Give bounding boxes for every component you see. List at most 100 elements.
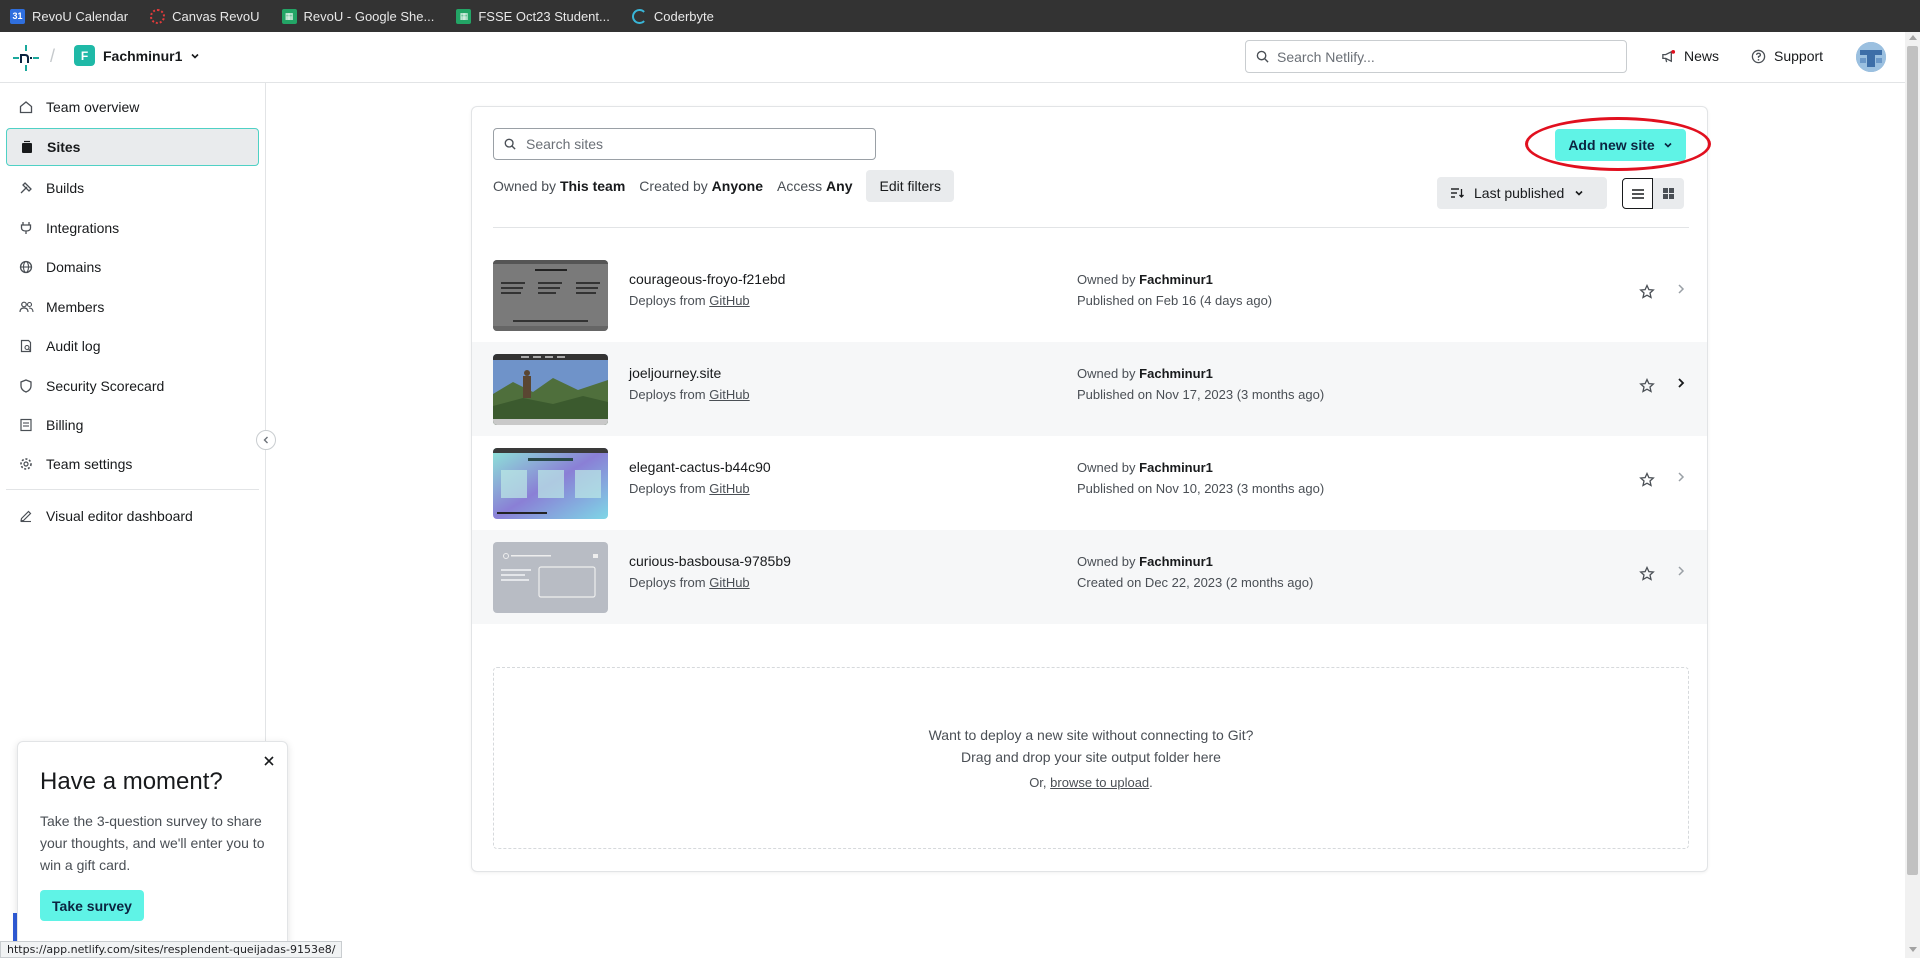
sidebar-item-team-settings[interactable]: Team settings [6,445,259,483]
chevron-down-icon [191,53,199,59]
site-thumbnail [493,354,608,425]
dropzone-heading: Want to deploy a new site without connec… [928,727,1254,743]
grid-view-button[interactable] [1653,178,1684,209]
chevron-right-icon[interactable] [1676,470,1686,486]
scroll-down-arrow-icon[interactable] [1909,947,1917,952]
filter-owned-by[interactable]: Owned by This team [493,178,625,194]
site-name[interactable]: curious-basbousa-9785b9 [629,553,791,569]
site-owner: Owned by Fachminur1 [1077,460,1213,475]
bookmark-label: RevoU Calendar [32,8,129,24]
sidebar-item-security-scorecard[interactable]: Security Scorecard [6,367,259,405]
star-icon[interactable] [1639,471,1657,490]
chevron-right-icon[interactable] [1676,564,1686,580]
collapse-sidebar-button[interactable] [256,430,276,450]
sort-icon [1451,188,1464,198]
site-name[interactable]: joeljourney.site [629,365,721,381]
team-switcher[interactable]: F Fachminur1 [74,45,200,66]
bookmark-fsse-sheet[interactable]: ▦ FSSE Oct23 Student... [456,8,610,24]
site-thumbnail [493,260,608,331]
link-status-bar: https://app.netlify.com/sites/resplenden… [0,941,343,958]
github-link[interactable]: GitHub [709,387,749,402]
bookmark-coderbyte[interactable]: Coderbyte [631,8,714,24]
search-sites-input[interactable]: Search sites [493,128,876,160]
help-circle-icon [1751,49,1766,63]
edit-filters-button[interactable]: Edit filters [866,170,954,202]
coderbyte-icon [631,8,647,24]
toolbar-divider [493,227,1689,228]
site-name[interactable]: elegant-cactus-b44c90 [629,459,771,475]
chevron-right-icon[interactable] [1676,376,1686,392]
site-status: Created on Dec 22, 2023 (2 months ago) [1077,575,1314,590]
github-link[interactable]: GitHub [709,481,749,496]
filter-bar: Owned by This team Created by Anyone Acc… [493,170,954,202]
site-row[interactable]: courageous-froyo-f21ebd Deploys from Git… [472,248,1707,342]
site-owner: Owned by Fachminur1 [1077,366,1213,381]
site-row[interactable]: joeljourney.site Deploys from GitHub Own… [472,342,1707,436]
drag-drop-deploy-zone[interactable]: Want to deploy a new site without connec… [493,667,1689,849]
close-icon[interactable] [263,754,275,772]
support-button[interactable]: Support [1751,48,1823,64]
megaphone-icon [1662,49,1676,62]
bookmark-canvas-revou[interactable]: Canvas RevoU [150,8,260,24]
gear-icon [18,456,34,472]
sidebar-item-label: Members [46,299,105,315]
filter-access[interactable]: Access Any [777,178,852,194]
site-row[interactable]: curious-basbousa-9785b9 Deploys from Git… [472,530,1707,624]
netlify-logo-icon[interactable] [12,44,40,72]
sidebar-item-audit-log[interactable]: Audit log [6,327,259,365]
audit-log-icon [18,338,34,354]
site-status: Published on Feb 16 (4 days ago) [1077,293,1273,308]
chevron-right-icon[interactable] [1676,282,1686,298]
sidebar-item-team-overview[interactable]: Team overview [6,88,259,126]
sidebar-item-builds[interactable]: Builds [6,169,259,207]
site-thumbnail [493,542,608,613]
site-row[interactable]: elegant-cactus-b44c90 Deploys from GitHu… [472,436,1707,530]
github-link[interactable]: GitHub [709,575,749,590]
sidebar-item-domains[interactable]: Domains [6,248,259,286]
breadcrumb-separator: / [50,46,56,66]
site-thumbnail [493,448,608,519]
star-icon[interactable] [1639,565,1657,584]
sheets-icon: ▦ [456,8,472,24]
page-scrollbar[interactable] [1905,32,1920,958]
bookmark-label: Coderbyte [653,8,714,24]
globe-icon [18,259,34,275]
scrollbar-thumb[interactable] [1907,46,1918,875]
site-owner: Owned by Fachminur1 [1077,272,1213,287]
sidebar-item-billing[interactable]: Billing [6,406,259,444]
members-icon [18,299,34,315]
home-icon [18,99,34,115]
add-new-site-button[interactable]: Add new site [1555,129,1686,161]
sidebar-item-label: Team settings [46,456,133,472]
sidebar-item-integrations[interactable]: Integrations [6,209,259,247]
star-icon[interactable] [1639,283,1657,302]
bookmark-revou-sheet[interactable]: ▦ RevoU - Google She... [281,8,434,24]
list-view-button[interactable] [1622,178,1653,209]
filter-created-by[interactable]: Created by Anyone [639,178,763,194]
bookmark-revou-calendar[interactable]: 31 RevoU Calendar [10,8,129,24]
news-button[interactable]: News [1661,48,1719,64]
browse-to-upload-link[interactable]: browse to upload [1050,775,1149,790]
github-link[interactable]: GitHub [709,293,749,308]
sidebar-item-label: Security Scorecard [46,378,165,394]
take-survey-button[interactable]: Take survey [40,890,144,921]
billing-icon [18,417,34,433]
sidebar-item-sites[interactable]: Sites [6,128,259,166]
chevron-down-icon [1575,190,1583,196]
sidebar-item-visual-editor-dashboard[interactable]: Visual editor dashboard [6,497,259,535]
scroll-up-arrow-icon[interactable] [1909,35,1917,40]
sort-select[interactable]: Last published [1437,177,1607,209]
site-status: Published on Nov 10, 2023 (3 months ago) [1077,481,1325,496]
view-toggle [1622,178,1684,209]
site-owner: Owned by Fachminur1 [1077,554,1213,569]
survey-popup: Have a moment? Take the 3-question surve… [17,741,288,958]
site-deploy-source: Deploys from GitHub [629,481,750,496]
search-icon [504,138,516,150]
global-search-input[interactable]: Search Netlify... [1245,40,1627,73]
search-placeholder: Search Netlify... [1277,48,1375,65]
star-icon[interactable] [1639,377,1657,396]
team-avatar: F [74,45,95,66]
site-name[interactable]: courageous-froyo-f21ebd [629,271,785,287]
user-avatar[interactable] [1856,42,1886,72]
sidebar-item-members[interactable]: Members [6,288,259,326]
